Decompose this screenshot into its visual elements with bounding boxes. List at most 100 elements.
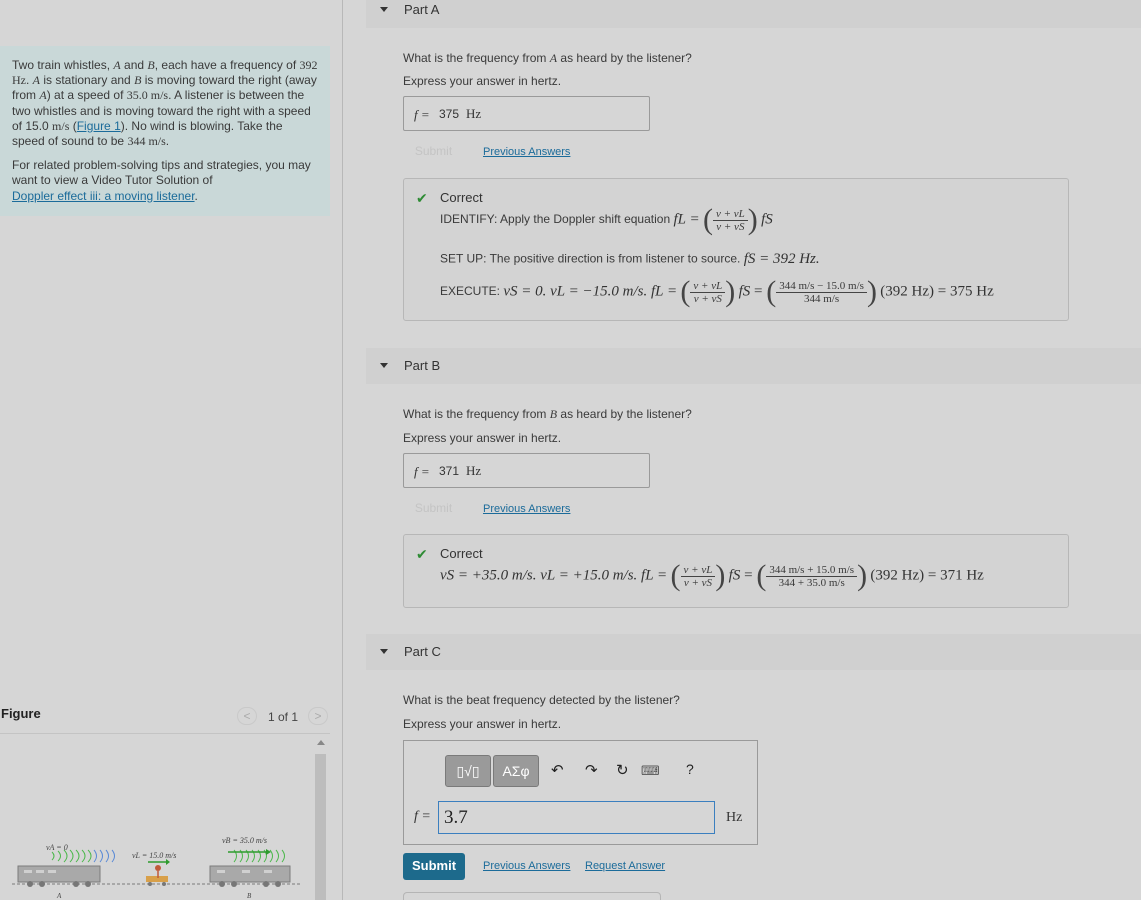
figure-prev-button[interactable]: <	[237, 707, 257, 725]
part-b-instruction: Express your answer in hertz.	[403, 431, 562, 445]
question-var: A	[549, 51, 558, 65]
part-c-submit-button[interactable]: Submit	[403, 853, 465, 880]
question-text: What is the frequency from	[403, 407, 550, 421]
identify-line: IDENTIFY: Apply the Doppler shift equati…	[440, 205, 773, 235]
var-a: A	[113, 58, 121, 72]
part-b-answer-field: f = 371 Hz	[403, 453, 650, 488]
fraction-denominator: v + vS	[693, 292, 722, 305]
symbols-button[interactable]: ΑΣφ	[493, 755, 539, 787]
part-b-math: vS = +35.0 m/s. vL = +15.0 m/s. fL =	[440, 567, 668, 584]
checkmark-icon: ✔	[416, 190, 428, 206]
problem-text: , each have a frequency of	[154, 58, 297, 72]
fraction: v + vL v + vS	[712, 208, 748, 233]
label-a: A	[56, 892, 62, 900]
video-tutor-paragraph: For related problem-solving tips and str…	[12, 158, 318, 204]
answer-label: f =	[414, 464, 430, 479]
paren-open: (	[756, 559, 767, 592]
part-c-header[interactable]: Part C	[366, 634, 1141, 670]
answer-unit: Hz	[726, 810, 743, 825]
collapse-caret-icon[interactable]	[380, 7, 388, 12]
collapse-caret-icon[interactable]	[380, 649, 388, 654]
part-a-instruction: Express your answer in hertz.	[403, 74, 562, 88]
part-b-header[interactable]: Part B	[366, 348, 1141, 384]
collapse-caret-icon[interactable]	[380, 363, 388, 368]
result-numerator: 344 m/s − 15.0 m/s	[776, 280, 867, 293]
part-b-feedback: ✔ Correct vS = +35.0 m/s. vL = +15.0 m/s…	[403, 534, 1069, 608]
figure-title: Figure	[1, 706, 41, 721]
undo-icon[interactable]: ↶	[551, 761, 564, 779]
answer-label: f =	[414, 107, 430, 122]
problem-text: .	[165, 134, 170, 149]
feedback-title: Correct	[440, 190, 483, 205]
paren-close: )	[747, 203, 758, 236]
fraction: v + vL v + vS	[680, 564, 716, 589]
problem-text: Two train whistles,	[12, 58, 114, 72]
var-b: B	[147, 58, 155, 72]
paren-close: )	[866, 275, 877, 308]
question-text: as heard by the listener?	[557, 407, 692, 421]
figure-next-button[interactable]: >	[308, 707, 328, 725]
problem-text: (	[69, 118, 77, 133]
equals: =	[750, 283, 767, 300]
equals: =	[740, 567, 757, 584]
request-answer-link[interactable]: Request Answer	[585, 860, 665, 872]
left-panel: Two train whistles, A and B, each have a…	[0, 0, 343, 900]
part-c-previous-answers-link[interactable]: Previous Answers	[483, 860, 570, 872]
part-c-title: Part C	[404, 644, 441, 659]
part-a-previous-answers-link[interactable]: Previous Answers	[483, 146, 570, 158]
part-b-previous-answers-link[interactable]: Previous Answers	[483, 503, 570, 515]
answer-unit: Hz	[466, 463, 482, 478]
figure-header: Figure < 1 of 1 >	[0, 700, 330, 734]
part-b-solution-line: vS = +35.0 m/s. vL = +15.0 m/s. fL = ( v …	[440, 561, 984, 591]
checkmark-icon: ✔	[416, 546, 428, 562]
part-a-header[interactable]: Part A	[366, 0, 1141, 28]
part-b-submit-button[interactable]: Submit	[403, 497, 464, 519]
result-fraction: 344 m/s + 15.0 m/s 344 + 35.0 m/s	[766, 564, 858, 589]
answer-value: 371	[439, 464, 460, 478]
math-fs: fS	[761, 211, 773, 228]
part-a-title: Part A	[404, 2, 440, 17]
part-a-answer-field: f = 375 Hz	[403, 96, 650, 131]
paren-open: (	[766, 275, 777, 308]
execute-math: vS = 0. vL = −15.0 m/s. fL =	[503, 283, 678, 300]
reset-icon[interactable]: ↻	[616, 761, 629, 779]
scroll-up-arrow-icon[interactable]	[317, 740, 325, 745]
problem-statement: Two train whistles, A and B, each have a…	[0, 46, 330, 216]
result-tail: (392 Hz) = 375 Hz	[880, 283, 994, 300]
setup-math: fS = 392 Hz.	[743, 251, 820, 267]
math-fs: fS	[738, 283, 751, 300]
help-icon[interactable]: ?	[686, 761, 694, 777]
feedback-title: Correct	[440, 546, 483, 561]
redo-icon[interactable]: ↷	[585, 761, 598, 779]
sound-waves-a-blue-icon	[93, 849, 115, 863]
fraction-numerator: v + vL	[680, 564, 716, 577]
part-a-submit-button[interactable]: Submit	[403, 140, 464, 162]
templates-button[interactable]: ▯√▯	[445, 755, 491, 787]
figure-counter: 1 of 1	[268, 710, 299, 724]
part-a-feedback: ✔ Correct IDENTIFY: Apply the Doppler sh…	[403, 178, 1069, 321]
result-numerator: 344 m/s + 15.0 m/s	[766, 564, 858, 577]
paren-open: (	[680, 275, 691, 308]
keyboard-icon[interactable]: ⌨	[641, 763, 660, 779]
problem-text: and	[120, 58, 148, 72]
answer-input[interactable]: 3.7	[438, 801, 715, 834]
video-tutor-link[interactable]: Doppler effect iii: a moving listener	[12, 189, 195, 203]
figure-scrollbar[interactable]	[314, 738, 327, 900]
answer-label: f =	[414, 809, 431, 824]
paren-close: )	[725, 275, 736, 308]
answer-value: 375	[439, 107, 460, 121]
part-c-instruction: Express your answer in hertz.	[403, 717, 562, 731]
result-fraction: 344 m/s − 15.0 m/s 344 m/s	[776, 280, 867, 305]
scroll-thumb[interactable]	[315, 754, 326, 900]
problem-text: .	[194, 188, 198, 203]
problem-text: For related problem-solving tips and str…	[12, 158, 311, 188]
part-b-title: Part B	[404, 358, 441, 373]
answer-unit: Hz	[466, 106, 482, 121]
math-fs: fS	[728, 567, 741, 584]
execute-line: EXECUTE: vS = 0. vL = −15.0 m/s. fL = (v…	[440, 277, 994, 307]
problem-text: is stationary and	[40, 73, 135, 88]
setup-line: SET UP: The positive direction is from l…	[440, 251, 820, 268]
label-vl: vL = 15.0 m/s	[132, 851, 176, 860]
figure-link[interactable]: Figure 1	[77, 119, 121, 133]
question-var: B	[549, 407, 558, 421]
